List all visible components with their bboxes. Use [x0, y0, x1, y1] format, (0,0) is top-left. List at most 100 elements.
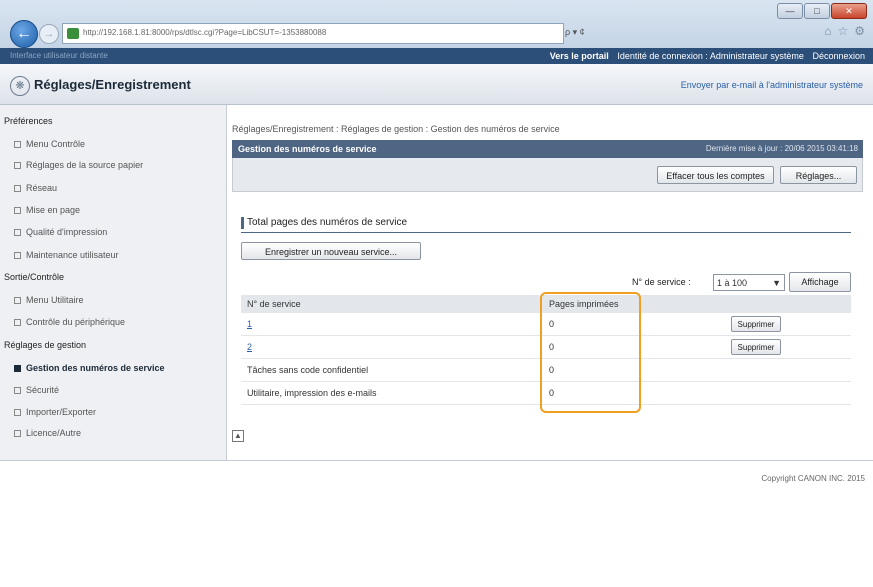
register-new-service-button[interactable]: Enregistrer un nouveau service...	[241, 242, 421, 260]
email-admin-link[interactable]: Envoyer par e-mail à l'administrateur sy…	[681, 80, 863, 90]
sidebar-item-label: Importer/Exporter	[26, 407, 97, 417]
sidebar-item-label: Licence/Autre	[26, 428, 82, 438]
url-text: http://192.168.1.81:8000/rps/dtlsc.cgi?P…	[83, 28, 327, 37]
bullet-icon	[14, 319, 21, 327]
action-cell	[725, 358, 851, 382]
address-bar[interactable]: http://192.168.1.81:8000/rps/dtlsc.cgi?P…	[62, 23, 564, 44]
login-identity: Identité de connexion : Administrateur s…	[617, 51, 804, 61]
section-title: Total pages des numéros de service	[241, 217, 407, 229]
column-header-service: N° de service	[241, 295, 543, 313]
sidebar-item-label: Réglages de la source papier	[26, 160, 144, 170]
sidebar-item-licence[interactable]: Licence/Autre	[14, 428, 81, 438]
service-range-select[interactable]: 1 à 100 ▼	[713, 274, 785, 291]
browser-toolbar-icons: ⌂ ☆ ⚙	[824, 24, 865, 38]
bullet-icon	[14, 430, 21, 438]
sidebar-item-reseau[interactable]: Réseau	[14, 183, 57, 193]
app-name: Interface utilisateur distante	[10, 51, 108, 60]
close-button[interactable]: ✕	[831, 3, 867, 19]
action-cell: Supprimer	[725, 313, 851, 336]
panel-toolbar: Effacer tous les comptes Réglages...	[232, 158, 863, 192]
bullet-icon	[14, 409, 21, 417]
bullet-icon	[14, 185, 21, 193]
sidebar-item-label: Réseau	[26, 183, 58, 193]
sidebar-section-gestion: Réglages de gestion	[4, 340, 87, 350]
sidebar-item-label: Maintenance utilisateur	[26, 250, 119, 260]
bullet-icon	[14, 297, 21, 305]
minimize-button[interactable]: —	[777, 3, 803, 19]
sidebar-item-securite[interactable]: Sécurité	[14, 385, 59, 395]
title-bar: ❋ Réglages/Enregistrement Envoyer par e-…	[0, 64, 873, 105]
service-table: N° de service Pages imprimées 1 0 Suppri…	[241, 295, 851, 405]
portal-link[interactable]: Vers le portail	[550, 51, 609, 61]
settings-gear-icon: ❋	[10, 76, 30, 96]
sidebar: Préférences Menu Contrôle Réglages de la…	[0, 105, 227, 460]
back-arrow-icon[interactable]: ←	[10, 20, 38, 48]
sidebar-item-label: Gestion des numéros de service	[26, 363, 165, 373]
pages-cell: 0	[543, 335, 725, 359]
gear-icon[interactable]: ⚙	[854, 24, 865, 38]
service-name: Utilitaire, impression des e-mails	[241, 381, 543, 405]
sidebar-item-label: Mise en page	[26, 205, 81, 215]
action-cell: Supprimer	[725, 335, 851, 359]
search-refresh-icons[interactable]: ρ ▾ ¢	[565, 23, 625, 42]
copyright: Copyright CANON INC. 2015	[761, 474, 865, 483]
content-divider	[0, 460, 873, 461]
table-header-row: N° de service Pages imprimées	[241, 295, 851, 313]
last-update: Dernière mise à jour : 20/06 2015 03:41:…	[705, 144, 858, 153]
clear-all-counts-button[interactable]: Effacer tous les comptes	[657, 166, 774, 184]
service-filter-label: N° de service :	[632, 277, 691, 287]
column-header-actions	[725, 295, 851, 313]
table-row: 2 0 Supprimer	[241, 335, 851, 359]
breadcrumb: Réglages/Enregistrement : Réglages de ge…	[232, 124, 560, 134]
panel-header: Gestion des numéros de service Dernière …	[232, 140, 863, 158]
star-icon[interactable]: ☆	[837, 24, 848, 38]
service-link-1[interactable]: 1	[241, 313, 543, 336]
maximize-button[interactable]: □	[804, 3, 830, 19]
sidebar-item-label: Contrôle du périphérique	[26, 317, 126, 327]
logout-link[interactable]: Déconnexion	[812, 51, 865, 61]
browser-chrome: — □ ✕ ← → http://192.168.1.81:8000/rps/d…	[0, 0, 873, 49]
bullet-icon	[14, 162, 21, 170]
chevron-down-icon: ▼	[772, 278, 781, 288]
bullet-icon	[14, 387, 21, 395]
delete-button[interactable]: Supprimer	[731, 316, 781, 332]
pages-cell: 0	[543, 381, 725, 405]
pages-cell: 0	[543, 313, 725, 336]
sidebar-item-controle-peripherique[interactable]: Contrôle du périphérique	[14, 317, 125, 327]
table-row: 1 0 Supprimer	[241, 313, 851, 336]
bullet-icon	[14, 229, 21, 237]
top-bar: Interface utilisateur distante Vers le p…	[0, 48, 873, 64]
page-title: Réglages/Enregistrement	[34, 77, 191, 92]
delete-button[interactable]: Supprimer	[731, 339, 781, 355]
table-row: Utilitaire, impression des e-mails 0	[241, 381, 851, 405]
sidebar-item-source-papier[interactable]: Réglages de la source papier	[14, 160, 143, 170]
service-link-2[interactable]: 2	[241, 335, 543, 359]
sidebar-item-label: Sécurité	[26, 385, 60, 395]
home-icon[interactable]: ⌂	[824, 24, 831, 38]
bullet-icon	[14, 141, 21, 149]
action-cell	[725, 381, 851, 405]
display-button[interactable]: Affichage	[789, 272, 851, 292]
section-divider	[241, 232, 851, 233]
window-controls: — □ ✕	[777, 3, 867, 19]
bullet-icon	[14, 252, 21, 260]
bullet-icon	[14, 207, 21, 215]
panel-title: Gestion des numéros de service	[238, 144, 377, 154]
column-header-pages: Pages imprimées	[543, 295, 725, 313]
sidebar-item-mise-en-page[interactable]: Mise en page	[14, 205, 80, 215]
sidebar-item-menu-controle[interactable]: Menu Contrôle	[14, 139, 85, 149]
settings-button[interactable]: Réglages...	[780, 166, 857, 184]
sidebar-section-sortie: Sortie/Contrôle	[4, 272, 65, 282]
page-top-icon[interactable]: ▲	[232, 430, 244, 442]
top-links: Vers le portail Identité de connexion : …	[544, 51, 865, 61]
service-range-value: 1 à 100	[717, 278, 748, 288]
table-row: Tâches sans code confidentiel 0	[241, 358, 851, 382]
sidebar-item-menu-utilitaire[interactable]: Menu Utilitaire	[14, 295, 84, 305]
sidebar-item-qualite[interactable]: Qualité d'impression	[14, 227, 107, 237]
sidebar-item-maintenance[interactable]: Maintenance utilisateur	[14, 250, 119, 260]
sidebar-item-importer-exporter[interactable]: Importer/Exporter	[14, 407, 96, 417]
forward-arrow-icon[interactable]: →	[39, 24, 59, 44]
sidebar-item-numeros-service[interactable]: Gestion des numéros de service	[14, 363, 165, 373]
pages-cell: 0	[543, 358, 725, 382]
site-icon	[67, 28, 79, 39]
